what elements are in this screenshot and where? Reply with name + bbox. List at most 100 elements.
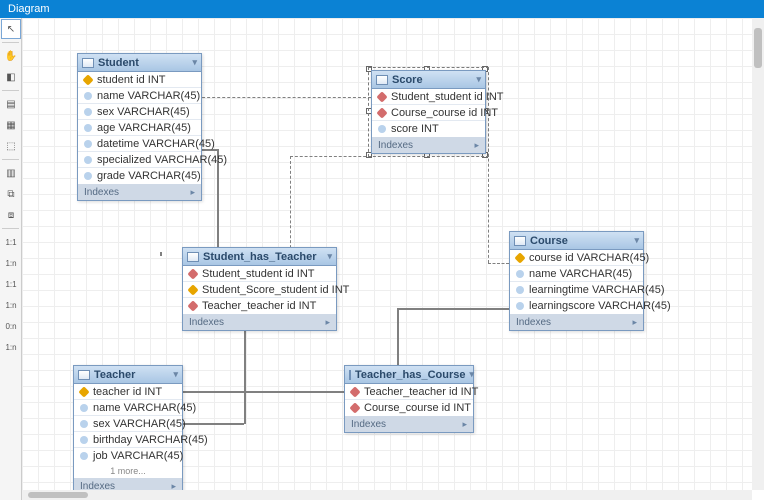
rel-11-tool[interactable]: 1:1: [1, 232, 21, 252]
vertical-scrollbar[interactable]: [752, 18, 764, 490]
pointer-tool[interactable]: ↖: [1, 19, 21, 39]
column-row[interactable]: sex VARCHAR(45): [78, 104, 201, 120]
chevron-down-icon: ▾: [192, 57, 197, 68]
column-row[interactable]: name VARCHAR(45): [78, 88, 201, 104]
column-row[interactable]: birthday VARCHAR(45): [74, 432, 182, 448]
column-row[interactable]: name VARCHAR(45): [510, 266, 643, 282]
chevron-down-icon: ▾: [327, 251, 332, 262]
column-row[interactable]: name VARCHAR(45): [74, 400, 182, 416]
image-tool[interactable]: ⬚: [1, 136, 21, 156]
column-icon: [84, 140, 92, 148]
rel-1n-tool[interactable]: 1:n: [1, 253, 21, 273]
note-tool[interactable]: ▦: [1, 115, 21, 135]
column-row[interactable]: learningscore VARCHAR(45): [510, 298, 643, 314]
eraser-tool[interactable]: ◧: [1, 67, 21, 87]
relation-line: [290, 156, 291, 258]
routine-tool[interactable]: ⧈: [1, 205, 21, 225]
column-row[interactable]: Student_Score_student id INT: [183, 282, 336, 298]
column-row[interactable]: student id INT: [78, 72, 201, 88]
table-icon: [78, 370, 90, 380]
relation-line: [488, 108, 489, 263]
scrollbar-thumb[interactable]: [28, 492, 88, 498]
indexes-section[interactable]: Indexes▸: [78, 184, 201, 200]
rel-0n-tool[interactable]: 0:n: [1, 316, 21, 336]
entity-header[interactable]: Course▾: [510, 232, 643, 250]
arrow-icon: ▸: [462, 419, 467, 430]
entity-title: Teacher: [94, 369, 135, 381]
entity-header[interactable]: Teacher ▾: [74, 366, 182, 384]
rel-11b-tool[interactable]: 1:1: [1, 274, 21, 294]
hand-tool[interactable]: ✋: [1, 46, 21, 66]
entity-student[interactable]: Student▾ student id INTname VARCHAR(45) s…: [77, 53, 202, 201]
column-row[interactable]: datetime VARCHAR(45): [78, 136, 201, 152]
column-row[interactable]: learningtime VARCHAR(45): [510, 282, 643, 298]
column-row[interactable]: Course_course id INT: [345, 400, 473, 416]
column-row[interactable]: specialized VARCHAR(45): [78, 152, 201, 168]
indexes-section[interactable]: Indexes▸: [183, 314, 336, 330]
column-row[interactable]: Student_student id INT: [183, 266, 336, 282]
relation-line: [397, 308, 399, 366]
column-icon: [516, 270, 524, 278]
layer-tool[interactable]: ▤: [1, 94, 21, 114]
column-label: name VARCHAR(45): [529, 268, 632, 280]
rel-nm-tool[interactable]: 1:n: [1, 337, 21, 357]
relation-line: [488, 263, 509, 264]
column-icon: [84, 108, 92, 116]
column-label: Teacher_teacher id INT: [202, 300, 316, 312]
column-label: teacher id INT: [93, 386, 162, 398]
column-row[interactable]: Teacher_teacher id INT: [345, 384, 473, 400]
column-row[interactable]: Student_student id INT: [372, 89, 485, 105]
indexes-section[interactable]: Indexes▸: [510, 314, 643, 330]
entity-header[interactable]: Student_has_Teacher▾: [183, 248, 336, 266]
foreign-key-icon: [349, 402, 360, 413]
column-icon: [80, 420, 88, 428]
view-tool[interactable]: ⧉: [1, 184, 21, 204]
column-row[interactable]: age VARCHAR(45): [78, 120, 201, 136]
foreign-key-icon: [187, 300, 198, 311]
titlebar: Diagram: [0, 0, 764, 18]
chevron-down-icon: ▾: [173, 369, 178, 380]
table-icon: [514, 236, 526, 246]
left-toolbar: ↖ ✋ ◧ ▤ ▦ ⬚ ▥ ⧉ ⧈ 1:1 1:n 1:1 1:n 0:n 1:…: [0, 18, 22, 500]
indexes-section[interactable]: Indexes▸: [74, 478, 182, 490]
column-row[interactable]: course id VARCHAR(45): [510, 250, 643, 266]
rel-1nb-tool[interactable]: 1:n: [1, 295, 21, 315]
diagram-canvas[interactable]: Student▾ student id INTname VARCHAR(45)s…: [22, 18, 752, 490]
indexes-section[interactable]: Indexes▸: [345, 416, 473, 432]
table-icon: [376, 75, 388, 85]
foreign-key-icon: [376, 107, 387, 118]
entity-teacher-has-course[interactable]: Teacher_has_Course▾ Teacher_teacher id I…: [344, 365, 474, 433]
table-tool[interactable]: ▥: [1, 163, 21, 183]
column-row[interactable]: score INT: [372, 121, 485, 137]
entity-header[interactable]: Teacher_has_Course▾: [345, 366, 473, 384]
entity-teacher[interactable]: Teacher ▾ teacher id INT name VARCHAR(45)s…: [73, 365, 183, 490]
horizontal-scrollbar[interactable]: [22, 490, 752, 500]
column-label: course id VARCHAR(45): [529, 252, 649, 264]
arrow-icon: ▸: [190, 187, 195, 198]
entity-student-has-teacher[interactable]: Student_has_Teacher▾ Student_student id …: [182, 247, 337, 331]
column-icon: [84, 92, 92, 100]
column-label: specialized VARCHAR(45): [97, 154, 227, 166]
table-icon: [349, 370, 351, 380]
column-row[interactable]: Teacher_teacher id INT: [183, 298, 336, 314]
entity-course[interactable]: Course▾ course id VARCHAR(45) name VARCHA…: [509, 231, 644, 331]
column-icon: [516, 302, 524, 310]
column-icon: [378, 125, 386, 133]
column-icon: [516, 286, 524, 294]
column-row[interactable]: Course_course id INT: [372, 105, 485, 121]
column-row[interactable]: job VARCHAR(45): [74, 448, 182, 464]
entity-score[interactable]: Score▾ Student_student id INTCourse_cour…: [371, 70, 486, 154]
column-icon: [84, 172, 92, 180]
scrollbar-thumb[interactable]: [754, 28, 762, 68]
chevron-down-icon: ▾: [469, 369, 474, 380]
entity-header[interactable]: Student▾: [78, 54, 201, 72]
column-row[interactable]: grade VARCHAR(45): [78, 168, 201, 184]
more-columns[interactable]: 1 more...: [74, 464, 182, 478]
indexes-section[interactable]: Indexes▸: [372, 137, 485, 153]
entity-header[interactable]: Score▾: [372, 71, 485, 89]
column-row[interactable]: sex VARCHAR(45): [74, 416, 182, 432]
column-row[interactable]: teacher id INT: [74, 384, 182, 400]
relation-line: [174, 391, 344, 393]
column-label: sex VARCHAR(45): [97, 106, 190, 118]
column-icon: [84, 124, 92, 132]
